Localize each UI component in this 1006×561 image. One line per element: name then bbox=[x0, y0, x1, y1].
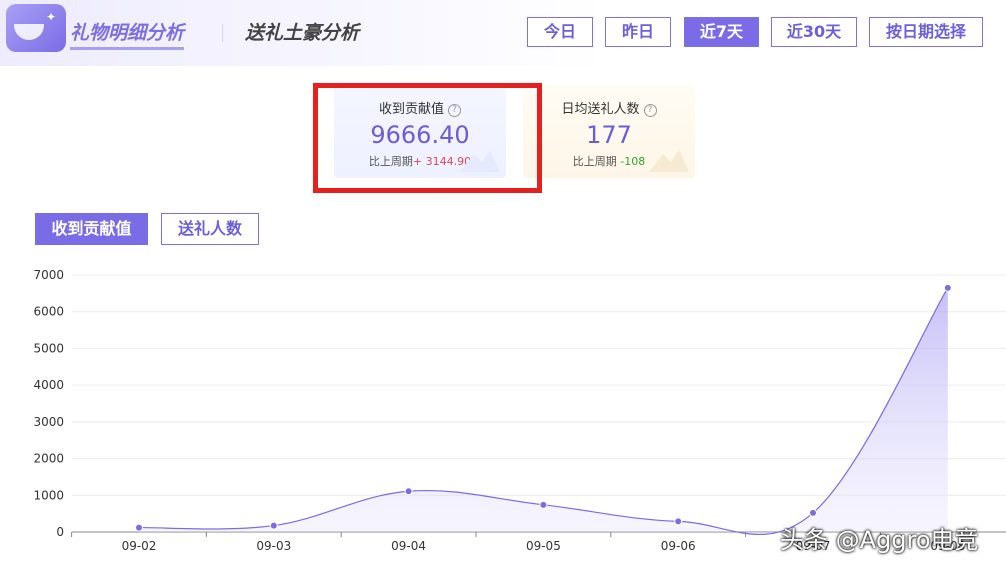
top-bar: ✦ 礼物明细分析 送礼土豪分析 今日 昨日 近7天 近30天 按日期选择 bbox=[0, 0, 1006, 66]
contribution-area-chart: 0 1000 2000 3000 4000 5000 6000 7000 09-02 09-03… bbox=[33, 268, 1006, 553]
data-point[interactable] bbox=[809, 508, 817, 517]
x-tick-label: 09-02 bbox=[122, 539, 157, 553]
data-point[interactable] bbox=[674, 517, 683, 526]
date-yesterday-button[interactable]: 昨日 bbox=[605, 17, 671, 47]
tab-divider bbox=[222, 24, 223, 42]
metric-tab-contribution[interactable]: 收到贡献值 bbox=[35, 213, 148, 245]
x-tick-label: 09-04 bbox=[391, 539, 426, 553]
y-tick-label: 7000 bbox=[33, 268, 64, 282]
highlight-annotation-box bbox=[313, 83, 542, 193]
y-tick-label: 5000 bbox=[33, 341, 64, 355]
data-point[interactable] bbox=[135, 523, 143, 532]
help-icon[interactable]: ? bbox=[643, 104, 657, 117]
x-tick-label: 09-03 bbox=[256, 539, 291, 553]
card-value: 177 bbox=[586, 121, 632, 149]
card-label: 日均送礼人数 bbox=[561, 102, 640, 117]
tab-gift-detail-analysis[interactable]: 礼物明细分析 bbox=[70, 18, 185, 50]
date-custom-range-button[interactable]: 按日期选择 bbox=[869, 17, 983, 47]
x-tick-label: 09-05 bbox=[526, 539, 561, 553]
date-last-7-days-button[interactable]: 近7天 bbox=[684, 17, 759, 47]
data-point[interactable] bbox=[539, 500, 548, 509]
metric-tab-gifter-count[interactable]: 送礼人数 bbox=[161, 213, 259, 245]
y-tick-label: 3000 bbox=[33, 415, 64, 429]
card-compare-value: -108 bbox=[620, 155, 646, 168]
date-today-button[interactable]: 今日 bbox=[527, 17, 593, 47]
tab-top-gifter-analysis[interactable]: 送礼土豪分析 bbox=[245, 18, 359, 45]
card-compare-label: 比上周期 bbox=[572, 155, 617, 168]
daily-gifters-stat-card: 日均送礼人数? 177 比上周期 -108 bbox=[523, 85, 695, 178]
y-tick-label: 1000 bbox=[33, 488, 64, 502]
gift-analysis-logo-icon: ✦ bbox=[6, 4, 66, 52]
card-decoration-icon bbox=[649, 150, 689, 172]
y-tick-label: 4000 bbox=[33, 378, 64, 392]
y-tick-label: 2000 bbox=[33, 452, 64, 466]
data-point[interactable] bbox=[943, 283, 952, 292]
date-last-30-days-button[interactable]: 近30天 bbox=[771, 17, 857, 47]
series-area bbox=[139, 287, 948, 535]
x-tick-label: 09-06 bbox=[661, 539, 696, 553]
y-tick-label: 0 bbox=[56, 525, 64, 539]
data-point[interactable] bbox=[269, 521, 278, 530]
data-point[interactable] bbox=[404, 487, 413, 496]
series-line bbox=[138, 287, 949, 536]
y-tick-label: 6000 bbox=[33, 305, 64, 319]
watermark: 头条 @Aggro电竞 bbox=[780, 526, 979, 554]
